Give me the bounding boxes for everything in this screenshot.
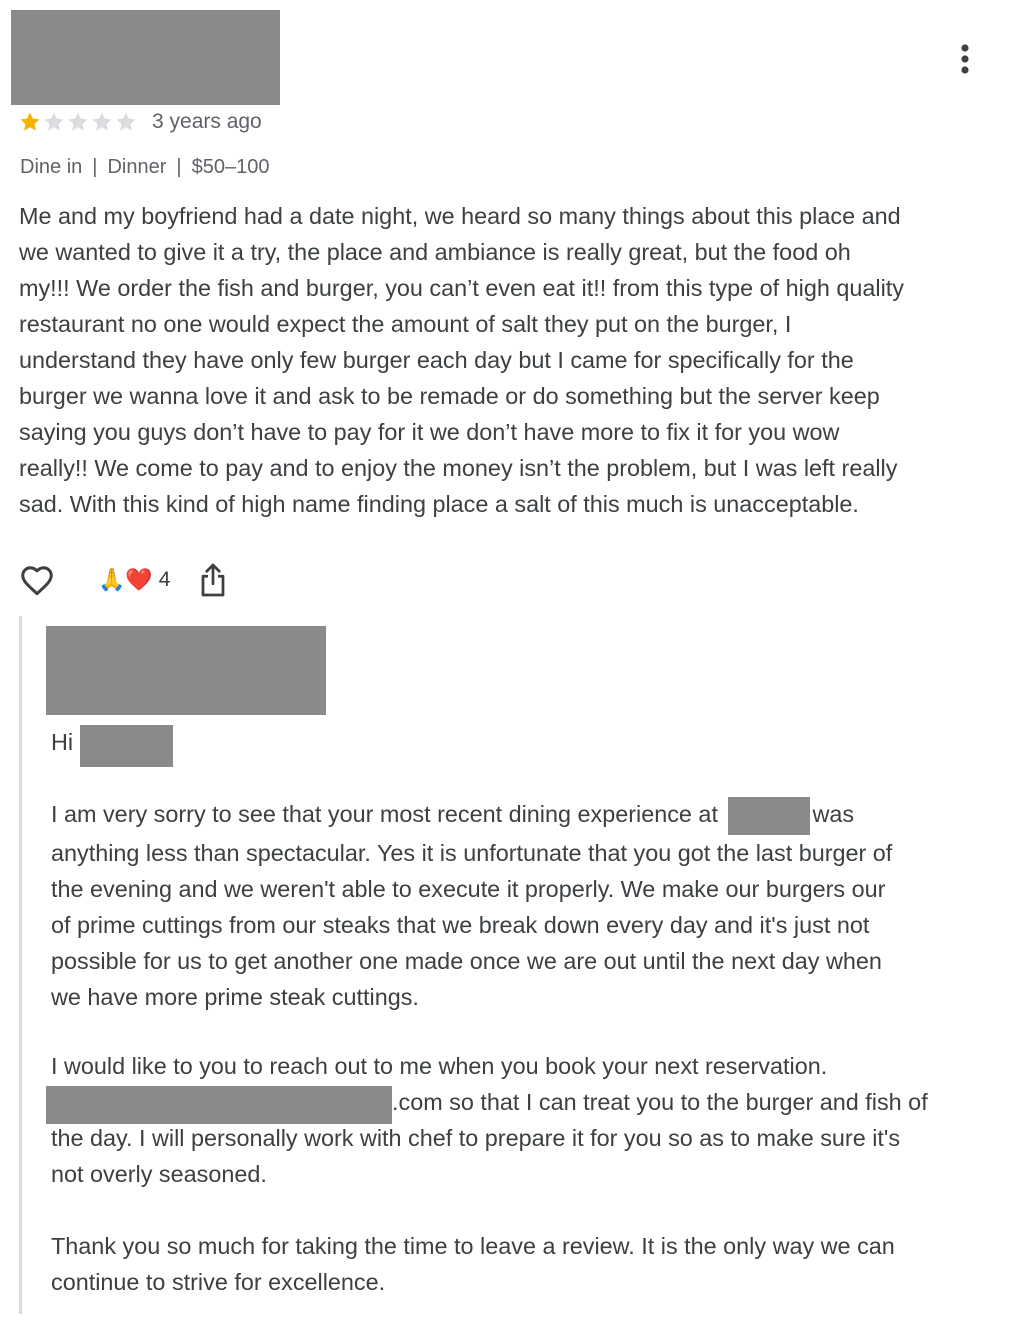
reply-line: was xyxy=(812,801,855,827)
review-line: sad. With this kind of high name finding… xyxy=(19,491,859,517)
reply-greeting-text: Hi xyxy=(51,729,74,755)
review-line: restaurant no one would expect the amoun… xyxy=(19,311,792,337)
review-line: saying you guys don’t have to pay for it… xyxy=(19,419,840,445)
reply-line: the day. I will personally work with che… xyxy=(51,1125,901,1151)
reply-line: the evening and we weren't able to execu… xyxy=(51,875,886,902)
star-empty-icon xyxy=(92,112,112,131)
reviewer-first-name-redacted xyxy=(80,725,173,767)
review-line: really!! We come to pay and to enjoy the… xyxy=(19,455,898,481)
meta-separator: | xyxy=(92,156,98,178)
review-line: my!!! We order the fish and burger, you … xyxy=(19,275,904,301)
meta-service: Dine in xyxy=(20,156,83,178)
reply-line: continue to strive for excellence. xyxy=(51,1269,386,1295)
reply-line: Thank you so much for taking the time to… xyxy=(51,1233,895,1259)
reply-line: we have more prime steak cuttings. xyxy=(51,983,419,1010)
review-actions: 🙏❤️ 4 xyxy=(18,560,228,600)
share-icon[interactable] xyxy=(198,562,228,598)
reply-line: I would like to you to reach out to me w… xyxy=(51,1053,828,1079)
reply-line: anything less than spectacular. Yes it i… xyxy=(51,839,893,866)
heart-outline-icon[interactable] xyxy=(18,561,56,599)
review-line: Me and my boyfriend had a date night, we… xyxy=(19,203,901,229)
reviewer-name-redacted xyxy=(11,10,280,105)
restaurant-name-redacted xyxy=(728,796,811,835)
reply-paragraph-3: Thank you so much for taking the time to… xyxy=(51,1228,991,1300)
reactions[interactable]: 🙏❤️ 4 xyxy=(98,568,170,592)
reply-paragraph-1: I am very sorry to see that your most re… xyxy=(51,796,991,1015)
star-rating xyxy=(18,110,138,134)
review-line: we wanted to give it a try, the place an… xyxy=(19,239,851,265)
reply-line: not overly seasoned. xyxy=(51,1161,267,1187)
review-line: understand they have only few burger eac… xyxy=(19,347,854,373)
star-filled-icon xyxy=(20,112,40,131)
reaction-emoji: 🙏❤️ xyxy=(98,567,153,592)
star-empty-icon xyxy=(116,112,136,131)
star-empty-icon xyxy=(44,112,64,131)
meta-meal: Dinner xyxy=(107,156,167,178)
star-empty-icon xyxy=(68,112,88,131)
review-body: Me and my boyfriend had a date night, we… xyxy=(19,198,994,522)
reply-line: possible for us to get another one made … xyxy=(51,947,882,974)
reply-line: .com so that I can treat you to the burg… xyxy=(392,1089,928,1115)
rating-row: 3 years ago xyxy=(18,108,262,136)
reaction-count: 4 xyxy=(158,568,171,591)
owner-name-redacted xyxy=(46,626,326,715)
reply-greeting: Hi xyxy=(51,724,991,760)
meta-price: $50–100 xyxy=(191,156,270,178)
meta-separator: | xyxy=(176,156,182,178)
more-vert-icon[interactable] xyxy=(955,42,975,76)
review-line: burger we wanna love it and ask to be re… xyxy=(19,383,880,409)
review-time: 3 years ago xyxy=(152,110,262,133)
email-redacted xyxy=(46,1086,392,1124)
reply-line: I am very sorry to see that your most re… xyxy=(51,801,718,827)
review-meta: Dine in | Dinner | $50–100 xyxy=(20,156,269,179)
reply-line: of prime cuttings from our steaks that w… xyxy=(51,911,870,938)
reply-indent-bar xyxy=(19,616,22,1314)
